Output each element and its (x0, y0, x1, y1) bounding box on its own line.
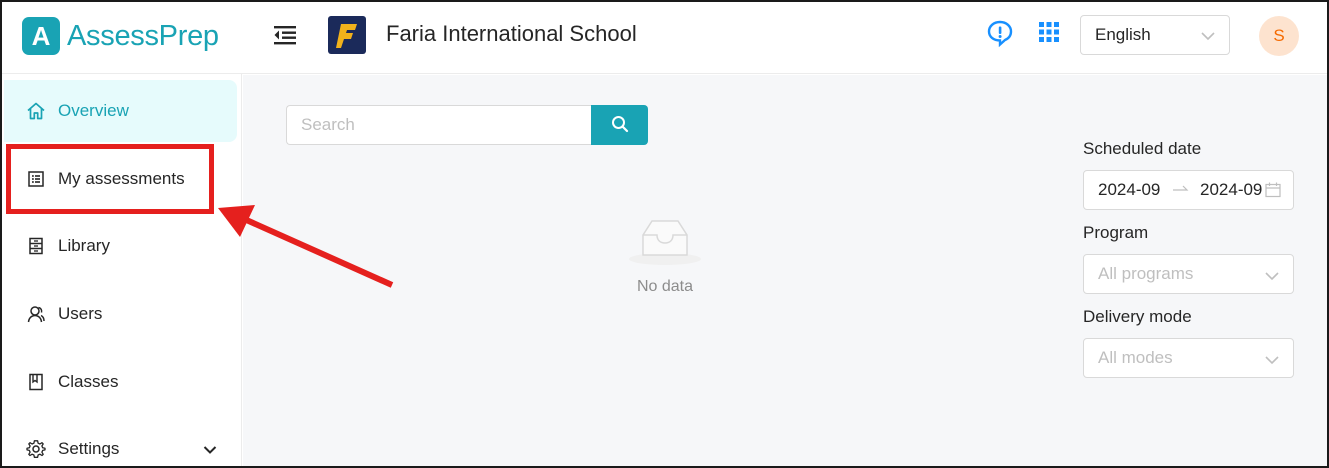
assessment-list-icon (26, 169, 46, 189)
chevron-down-icon (1265, 352, 1279, 372)
program-select[interactable]: All programs (1083, 254, 1294, 294)
filter-panel: Scheduled date 2024-09 2024-09 Program A… (1083, 139, 1294, 378)
chevron-down-icon (203, 442, 217, 462)
sidebar-item-label: My assessments (58, 169, 185, 188)
empty-text: No data (636, 278, 694, 295)
sidebar-item-label: Overview (58, 101, 129, 120)
school-logo (328, 16, 366, 54)
program-placeholder: All programs (1098, 264, 1194, 283)
search-input[interactable] (286, 105, 591, 145)
gear-icon (26, 439, 46, 459)
menu-fold-icon[interactable] (272, 22, 298, 48)
sidebar-item-overview[interactable]: Overview (4, 80, 237, 142)
delivery-mode-placeholder: All modes (1098, 348, 1173, 367)
logo-mark: A (22, 17, 60, 55)
library-icon (26, 236, 46, 256)
date-end[interactable]: 2024-09 (1200, 180, 1262, 200)
logo-text: AssessPrep (67, 19, 219, 52)
app-window: A AssessPrep Faria International School (0, 0, 1329, 468)
search-button[interactable] (591, 105, 648, 145)
search-bar (286, 105, 648, 145)
users-icon (26, 304, 46, 324)
search-icon (611, 115, 629, 136)
delivery-mode-label: Delivery mode (1083, 307, 1192, 326)
book-icon (26, 372, 46, 392)
sidebar-item-classes[interactable]: Classes (4, 351, 237, 413)
language-select[interactable]: English (1080, 15, 1230, 55)
apps-grid-icon[interactable] (1038, 21, 1060, 43)
arrow-right-icon (1173, 181, 1189, 198)
sidebar-item-library[interactable]: Library (4, 215, 237, 277)
scheduled-date-label: Scheduled date (1083, 139, 1202, 158)
sidebar-item-label: Users (58, 304, 103, 323)
sidebar-item-settings[interactable]: Settings (4, 418, 237, 466)
program-label: Program (1083, 223, 1149, 242)
empty-state: No data (618, 215, 712, 296)
app-logo[interactable]: A AssessPrep (22, 17, 219, 55)
sidebar-item-users[interactable]: Users (4, 283, 237, 345)
user-avatar[interactable]: S (1259, 16, 1299, 56)
sidebar-item-label: Library (58, 236, 110, 255)
home-icon (26, 101, 46, 121)
chevron-down-icon (1201, 28, 1215, 48)
main-content: No data Scheduled date 2024-09 2024-09 P… (243, 75, 1327, 466)
date-range-picker[interactable]: 2024-09 2024-09 (1083, 170, 1294, 210)
language-value: English (1095, 25, 1151, 44)
delivery-mode-select[interactable]: All modes (1083, 338, 1294, 378)
top-header: A AssessPrep Faria International School (2, 2, 1327, 74)
date-start[interactable]: 2024-09 (1098, 180, 1160, 200)
chevron-down-icon (1265, 268, 1279, 288)
sidebar-item-label: Settings (58, 439, 120, 458)
sidebar-item-my-assessments[interactable]: My assessments (4, 148, 237, 210)
sidebar-item-label: Classes (58, 372, 119, 391)
sidebar: Overview My assessments Library Users Cl (2, 74, 242, 466)
empty-inbox-icon (625, 220, 705, 271)
help-chat-icon[interactable] (986, 19, 1014, 48)
school-name: Faria International School (386, 21, 637, 46)
calendar-icon (1265, 182, 1281, 203)
